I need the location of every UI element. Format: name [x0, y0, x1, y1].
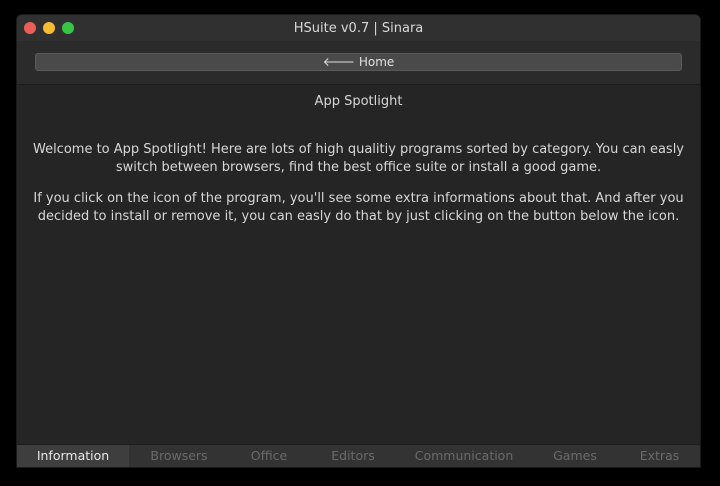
window-controls: [24, 22, 74, 34]
toolbar: 🡐 Home: [17, 41, 700, 84]
tab-office[interactable]: Office: [229, 445, 309, 467]
main-content: App Spotlight Welcome to App Spotlight! …: [17, 84, 700, 445]
window-title: HSuite v0.7 | Sinara: [293, 20, 424, 36]
tab-communication[interactable]: Communication: [397, 445, 531, 467]
tab-information[interactable]: Information: [17, 445, 129, 467]
minimize-window-button[interactable]: [43, 22, 55, 34]
category-tab-bar: Information Browsers Office Editors Comm…: [17, 444, 700, 467]
tab-editors[interactable]: Editors: [309, 445, 397, 467]
close-window-button[interactable]: [24, 22, 36, 34]
instruction-text: If you click on the icon of the program,…: [33, 191, 684, 224]
tab-extras[interactable]: Extras: [619, 445, 700, 467]
tab-games[interactable]: Games: [531, 445, 619, 467]
maximize-window-button[interactable]: [62, 22, 74, 34]
page-title: App Spotlight: [314, 94, 403, 109]
home-button-label: Home: [358, 55, 395, 69]
app-window: HSuite v0.7 | Sinara 🡐 Home App Spotligh…: [16, 14, 701, 468]
tab-browsers[interactable]: Browsers: [129, 445, 229, 467]
welcome-text: Welcome to App Spotlight! Here are lots …: [32, 142, 684, 175]
arrow-left-icon: 🡐: [322, 55, 355, 69]
home-button[interactable]: 🡐 Home: [35, 53, 682, 71]
title-bar[interactable]: HSuite v0.7 | Sinara: [17, 15, 700, 41]
